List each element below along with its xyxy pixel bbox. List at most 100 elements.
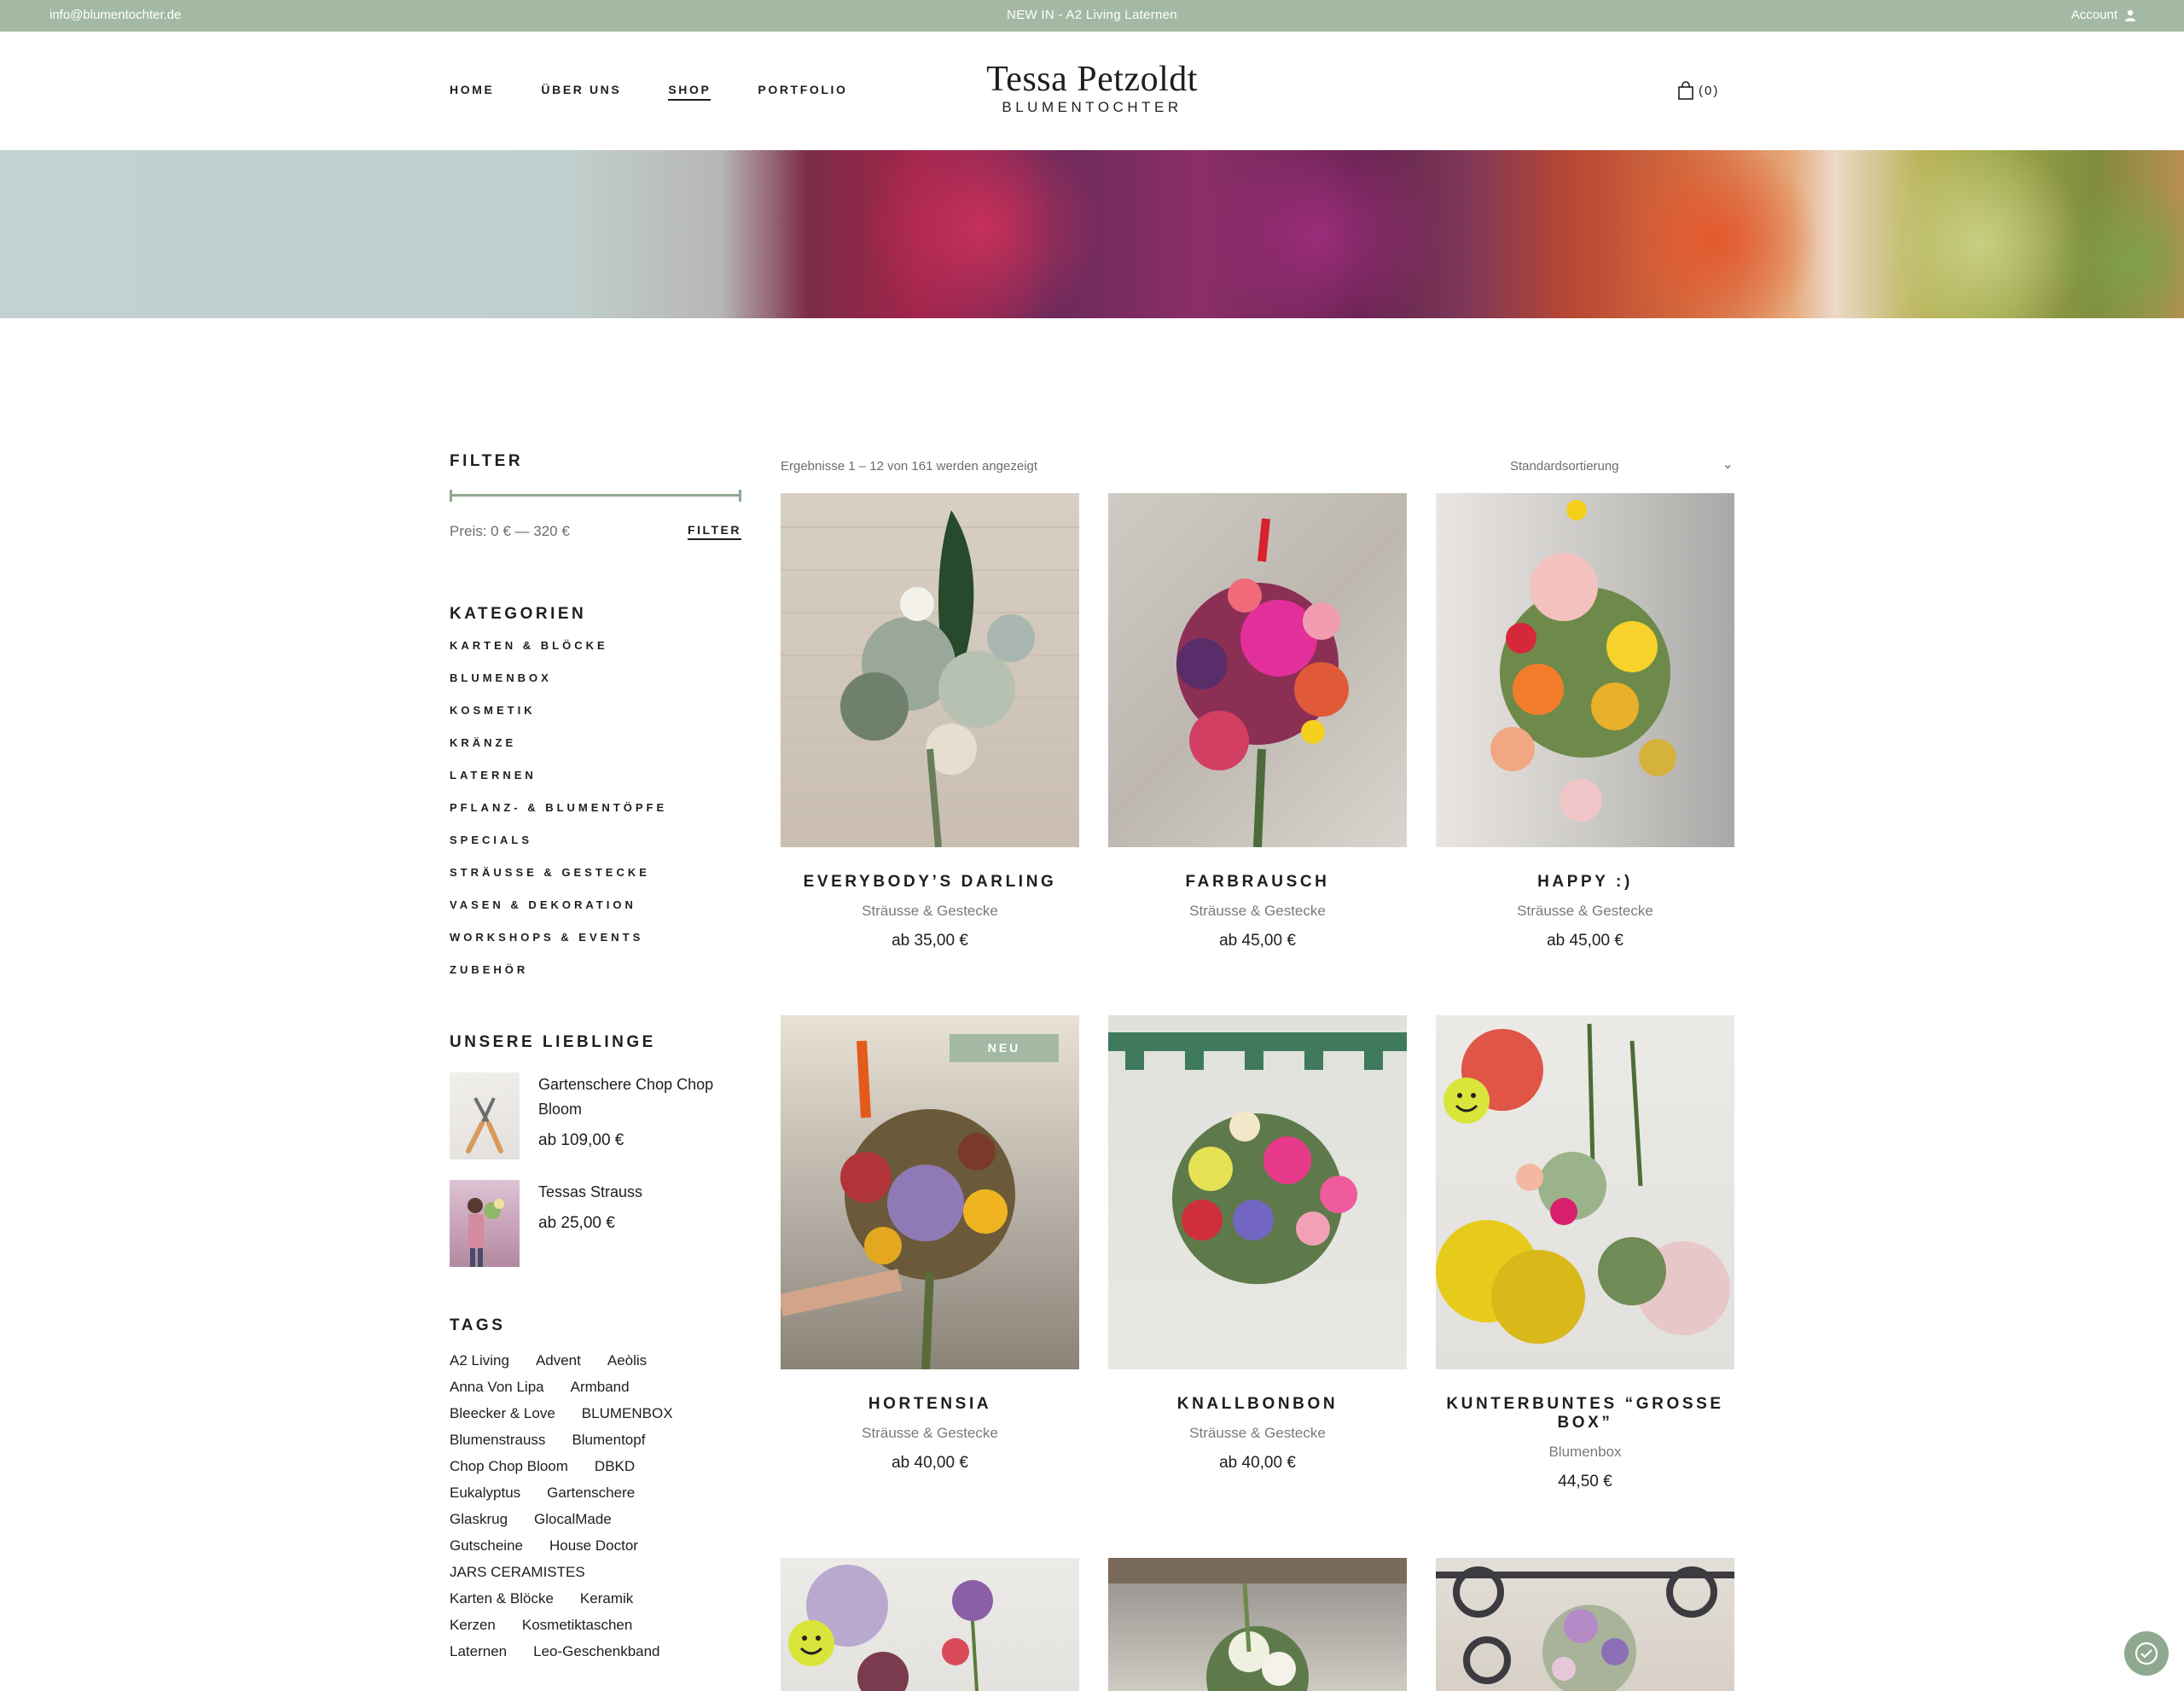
product-price: ab 40,00 € — [892, 1454, 968, 1472]
tag-link[interactable]: GlocalMade — [534, 1506, 612, 1532]
tag-link[interactable]: House Doctor — [549, 1532, 638, 1559]
product-image[interactable] — [781, 1558, 1079, 1691]
tag-link[interactable]: A2 Living — [450, 1347, 509, 1374]
favorite-product-image[interactable] — [450, 1180, 520, 1267]
nav-ueber-uns[interactable]: ÜBER UNS — [541, 83, 621, 101]
price-slider[interactable] — [450, 490, 741, 502]
tag-link[interactable]: JARS CERAMISTES — [450, 1559, 585, 1585]
product-image[interactable] — [1436, 1558, 1734, 1691]
favorite-product-price: ab 109,00 € — [538, 1131, 624, 1149]
product-category[interactable]: Sträusse & Gestecke — [1108, 1425, 1407, 1442]
nav-portfolio[interactable]: PORTFOLIO — [758, 83, 847, 101]
product-card[interactable]: HAPPY :) Sträusse & Gestecke ab 45,00 € — [1436, 493, 1734, 950]
tag-link[interactable]: Keramik — [580, 1585, 633, 1612]
product-price: 44,50 € — [1558, 1473, 1612, 1491]
tag-link[interactable]: Chop Chop Bloom — [450, 1453, 568, 1479]
product-category[interactable]: Sträusse & Gestecke — [1108, 903, 1407, 920]
category-link[interactable]: KARTEN & BLÖCKE — [450, 639, 741, 671]
results-count: Ergebnisse 1 – 12 von 161 werden angezei… — [781, 459, 1038, 474]
product-card[interactable]: KUNTERBUNTES “GROSSE BOX” Blumenbox 44,5… — [1436, 1015, 1734, 1491]
favorite-product-name[interactable]: Gartenschere Chop Chop Bloom — [538, 1072, 741, 1122]
category-link[interactable]: VASEN & DEKORATION — [450, 898, 741, 931]
product-category[interactable]: Sträusse & Gestecke — [781, 1425, 1079, 1442]
price-slider-min-handle[interactable] — [450, 490, 452, 502]
tag-link[interactable]: Gutscheine — [450, 1532, 523, 1559]
product-card[interactable] — [1108, 1558, 1407, 1691]
favorite-product[interactable]: Tessas Strauss ab 25,00 € — [450, 1180, 741, 1267]
category-link[interactable]: SPECIALS — [450, 834, 741, 866]
product-name[interactable]: KNALLBONBON — [1108, 1395, 1407, 1414]
product-image[interactable] — [1108, 493, 1407, 847]
tag-link[interactable]: Anna Von Lipa — [450, 1374, 544, 1400]
product-card[interactable]: NEU HORTENSIA Sträusse & Gestecke ab 40,… — [781, 1015, 1079, 1473]
tag-cloud: A2 Living Advent Aeòlis Anna Von Lipa Armba… — [450, 1347, 723, 1665]
favorite-product-price: ab 25,00 € — [538, 1214, 615, 1232]
product-image[interactable] — [1436, 1015, 1734, 1369]
product-card[interactable]: KNALLBONBON Sträusse & Gestecke ab 40,00… — [1108, 1015, 1407, 1473]
tag-link[interactable]: Blumenstrauss — [450, 1427, 545, 1453]
filter-heading: FILTER — [450, 452, 524, 470]
product-card[interactable] — [781, 1558, 1079, 1691]
product-image[interactable] — [1108, 1015, 1407, 1369]
cookie-icon — [2135, 1642, 2158, 1665]
promo-text[interactable]: NEW IN - A2 Living Laternen — [0, 8, 2184, 22]
tag-link[interactable]: Bleecker & Love — [450, 1400, 555, 1427]
tag-link[interactable]: Gartenschere — [547, 1479, 635, 1506]
favorite-product[interactable]: Gartenschere Chop Chop Bloom ab 109,00 € — [450, 1072, 741, 1159]
account-label: Account — [2071, 8, 2117, 22]
product-image[interactable]: NEU — [781, 1015, 1079, 1369]
favorite-product-name[interactable]: Tessas Strauss — [538, 1180, 642, 1205]
account-link[interactable]: Account — [2071, 8, 2136, 22]
tag-link[interactable]: Armband — [571, 1374, 630, 1400]
product-name[interactable]: EVERYBODY’S DARLING — [781, 873, 1079, 892]
tag-link[interactable]: Advent — [536, 1347, 581, 1374]
product-image[interactable] — [781, 493, 1079, 847]
category-link[interactable]: PFLANZ- & BLUMENTÖPFE — [450, 801, 741, 834]
product-name[interactable]: HORTENSIA — [781, 1395, 1079, 1414]
tag-link[interactable]: Laternen — [450, 1638, 507, 1665]
product-category[interactable]: Blumenbox — [1436, 1444, 1734, 1461]
chevron-down-icon: ⌄ — [1722, 457, 1734, 472]
product-image[interactable] — [1108, 1558, 1407, 1691]
tag-link[interactable]: Karten & Blöcke — [450, 1585, 554, 1612]
product-name[interactable]: HAPPY :) — [1436, 873, 1734, 892]
category-link[interactable]: ZUBEHÖR — [450, 963, 741, 996]
favorite-product-image[interactable] — [450, 1072, 520, 1159]
product-image[interactable] — [1436, 493, 1734, 847]
tags-heading: TAGS — [450, 1316, 506, 1334]
category-list: KARTEN & BLÖCKE BLUMENBOX KOSMETIK KRÄNZ… — [450, 639, 741, 996]
category-link[interactable]: LATERNEN — [450, 769, 741, 801]
site-logo[interactable]: Tessa Petzoldt BLUMENTOCHTER — [921, 60, 1263, 116]
sort-select[interactable]: Standardsortierung ⌄ — [1510, 457, 1734, 474]
tag-link[interactable]: Leo-Geschenkband — [533, 1638, 659, 1665]
filter-button[interactable]: FILTER — [688, 523, 741, 540]
category-link[interactable]: STRÄUSSE & GESTECKE — [450, 866, 741, 898]
category-link[interactable]: KRÄNZE — [450, 736, 741, 769]
product-card[interactable] — [1436, 1558, 1734, 1691]
category-link[interactable]: BLUMENBOX — [450, 671, 741, 704]
product-price: ab 40,00 € — [1219, 1454, 1296, 1472]
category-link[interactable]: KOSMETIK — [450, 704, 741, 736]
nav-home[interactable]: HOME — [450, 83, 494, 101]
cookie-settings-button[interactable] — [2124, 1631, 2169, 1676]
tag-link[interactable]: Aeòlis — [607, 1347, 647, 1374]
product-card[interactable]: EVERYBODY’S DARLING Sträusse & Gestecke … — [781, 493, 1079, 950]
tag-link[interactable]: Glaskrug — [450, 1506, 508, 1532]
product-category[interactable]: Sträusse & Gestecke — [781, 903, 1079, 920]
category-link[interactable]: WORKSHOPS & EVENTS — [450, 931, 741, 963]
cart-link[interactable]: (0) — [1677, 81, 1719, 100]
tag-link[interactable]: DBKD — [595, 1453, 635, 1479]
favorites-heading: UNSERE LIEBLINGE — [450, 1033, 656, 1051]
tag-link[interactable]: Eukalyptus — [450, 1479, 520, 1506]
product-card[interactable]: FARBRAUSCH Sträusse & Gestecke ab 45,00 … — [1108, 493, 1407, 950]
nav-shop[interactable]: SHOP — [668, 83, 712, 101]
tag-link[interactable]: Blumentopf — [572, 1427, 645, 1453]
logo-subtitle: BLUMENTOCHTER — [1002, 99, 1182, 115]
tag-link[interactable]: Kosmetiktaschen — [522, 1612, 632, 1638]
tag-link[interactable]: Kerzen — [450, 1612, 496, 1638]
product-name[interactable]: FARBRAUSCH — [1108, 873, 1407, 892]
price-slider-max-handle[interactable] — [739, 490, 741, 502]
product-name[interactable]: KUNTERBUNTES “GROSSE BOX” — [1436, 1395, 1734, 1432]
product-category[interactable]: Sträusse & Gestecke — [1436, 903, 1734, 920]
tag-link[interactable]: BLUMENBOX — [582, 1400, 673, 1427]
